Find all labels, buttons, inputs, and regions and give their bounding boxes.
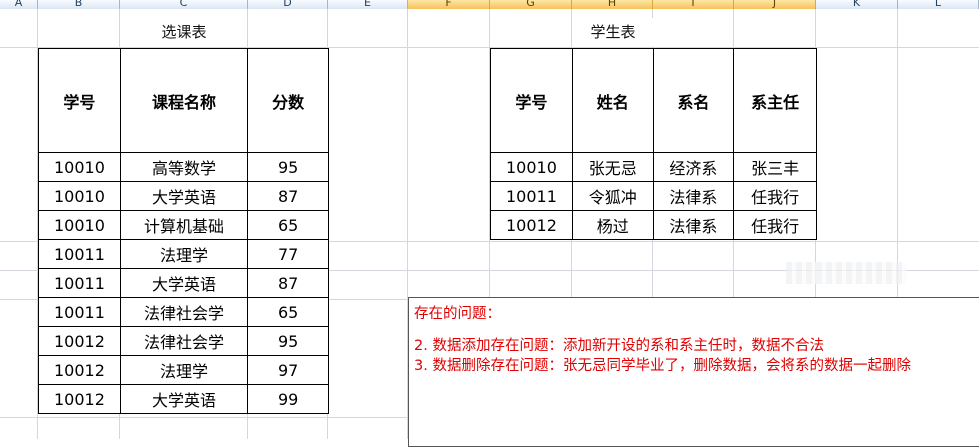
cell-student-id[interactable]: 10011 [38, 268, 121, 298]
cell-course-name[interactable]: 法理学 [119, 239, 249, 269]
course-table-title: 选课表 [121, 18, 247, 46]
column-header-c[interactable]: C [120, 0, 248, 9]
cell-score[interactable]: 95 [247, 326, 329, 356]
cell-score[interactable]: 87 [247, 181, 329, 211]
cell-student-id[interactable]: 10012 [490, 210, 573, 240]
cell-score[interactable]: 99 [247, 384, 329, 414]
header-department[interactable]: 系名 [652, 48, 735, 153]
cell-course-name[interactable]: 大学英语 [119, 268, 249, 298]
column-header-j[interactable]: J [734, 0, 816, 9]
column-header-g[interactable]: G [490, 0, 572, 9]
header-department-head[interactable]: 系主任 [733, 48, 817, 153]
cell-score[interactable]: 95 [247, 152, 329, 182]
cell-department[interactable]: 法律系 [652, 210, 735, 240]
cell-name[interactable]: 杨过 [571, 210, 654, 240]
column-header-k[interactable]: K [816, 0, 898, 9]
cell-score[interactable]: 65 [247, 297, 329, 327]
table-row: 10012 大学英语 99 [38, 384, 329, 414]
cell-student-id[interactable]: 10012 [38, 355, 121, 385]
notes-textbox[interactable]: 存在的问题： 2. 数据添加存在问题：添加新开设的系和系主任时，数据不合法 3.… [408, 297, 979, 447]
header-course-name[interactable]: 课程名称 [119, 48, 249, 153]
header-score[interactable]: 分数 [247, 48, 329, 153]
cell-student-id[interactable]: 10010 [38, 181, 121, 211]
cell-name[interactable]: 张无忌 [571, 152, 654, 182]
faded-cell-artifact [786, 262, 906, 284]
cell-student-id[interactable]: 10010 [490, 152, 573, 182]
cell-department-head[interactable]: 张三丰 [733, 152, 817, 182]
cell-department-head[interactable]: 任我行 [733, 210, 817, 240]
student-table-title: 学生表 [572, 18, 654, 46]
column-header-b[interactable]: B [38, 0, 120, 9]
table-row: 10011 令狐冲 法律系 任我行 [490, 181, 817, 211]
cell-student-id[interactable]: 10012 [38, 326, 121, 356]
column-header-e[interactable]: E [328, 0, 408, 9]
cell-department[interactable]: 法律系 [652, 181, 735, 211]
table-row: 10010 张无忌 经济系 张三丰 [490, 152, 817, 182]
cell-course-name[interactable]: 法理学 [119, 355, 249, 385]
cell-course-name[interactable]: 法律社会学 [119, 326, 249, 356]
column-header-h[interactable]: H [572, 0, 653, 9]
cell-course-name[interactable]: 高等数学 [119, 152, 249, 182]
column-header-f[interactable]: F [408, 0, 490, 9]
column-header-bar: A B C D E F G H I J K L [0, 0, 979, 9]
cell-score[interactable]: 97 [247, 355, 329, 385]
header-student-id[interactable]: 学号 [490, 48, 573, 153]
column-header-a[interactable]: A [0, 0, 38, 9]
notes-line-2: 2. 数据添加存在问题：添加新开设的系和系主任时，数据不合法 [414, 338, 824, 354]
cell-student-id[interactable]: 10012 [38, 384, 121, 414]
table-row: 10012 杨过 法律系 任我行 [490, 210, 817, 240]
cell-student-id[interactable]: 10010 [38, 152, 121, 182]
cell-course-name[interactable]: 大学英语 [119, 384, 249, 414]
cell-student-id[interactable]: 10010 [38, 210, 121, 240]
cell-score[interactable]: 77 [247, 239, 329, 269]
cell-department[interactable]: 经济系 [652, 152, 735, 182]
cell-score[interactable]: 65 [247, 210, 329, 240]
notes-line-3: 3. 数据删除存在问题：张无忌同学毕业了，删除数据，会将系的数据一起删除 [414, 358, 911, 374]
cell-department-head[interactable]: 任我行 [733, 181, 817, 211]
table-row: 10012 法理学 97 [38, 355, 329, 385]
table-row: 10010 大学英语 87 [38, 181, 329, 211]
table-row: 10011 大学英语 87 [38, 268, 329, 298]
table-row: 10011 法律社会学 65 [38, 297, 329, 327]
cell-student-id[interactable]: 10011 [38, 297, 121, 327]
cell-student-id[interactable]: 10011 [38, 239, 121, 269]
column-header-i[interactable]: I [653, 0, 734, 9]
cell-score[interactable]: 87 [247, 268, 329, 298]
table-row: 10010 计算机基础 65 [38, 210, 329, 240]
cell-course-name[interactable]: 大学英语 [119, 181, 249, 211]
cell-name[interactable]: 令狐冲 [571, 181, 654, 211]
header-student-id[interactable]: 学号 [38, 48, 121, 153]
notes-heading: 存在的问题： [414, 306, 501, 322]
column-header-l[interactable]: L [898, 0, 979, 9]
table-header-row: 学号 姓名 系名 系主任 [490, 48, 817, 153]
student-table: 学号 姓名 系名 系主任 10010 张无忌 经济系 张三丰 10011 令狐冲… [490, 48, 817, 240]
cell-course-name[interactable]: 法律社会学 [119, 297, 249, 327]
table-row: 10010 高等数学 95 [38, 152, 329, 182]
table-row: 10012 法律社会学 95 [38, 326, 329, 356]
table-row: 10011 法理学 77 [38, 239, 329, 269]
column-header-d[interactable]: D [248, 0, 328, 9]
course-selection-table: 学号 课程名称 分数 10010 高等数学 95 10010 大学英语 87 1… [38, 48, 329, 414]
cell-student-id[interactable]: 10011 [490, 181, 573, 211]
cell-course-name[interactable]: 计算机基础 [119, 210, 249, 240]
table-header-row: 学号 课程名称 分数 [38, 48, 329, 153]
header-name[interactable]: 姓名 [571, 48, 654, 153]
